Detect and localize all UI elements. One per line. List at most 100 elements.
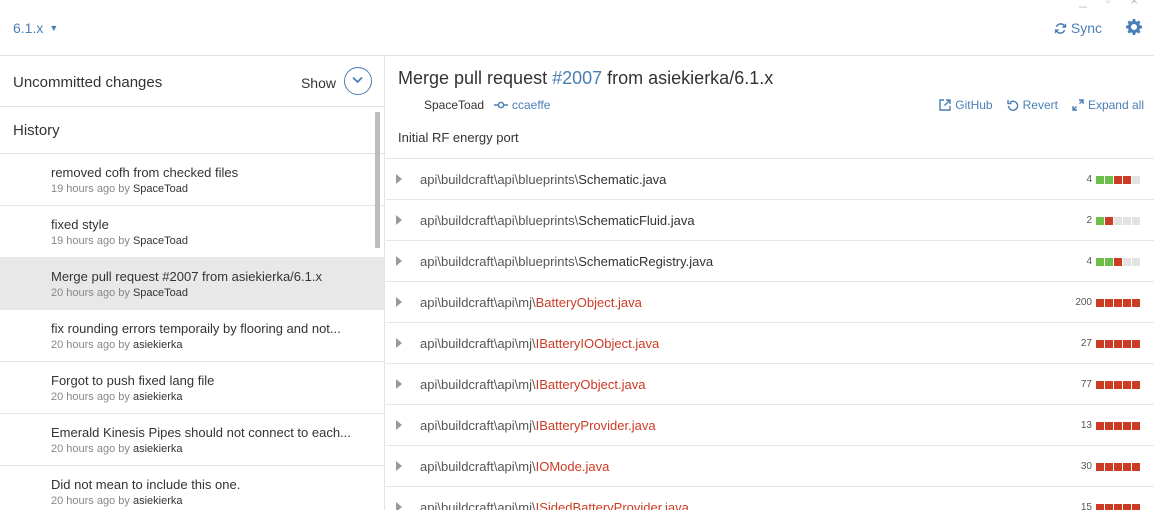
file-dir: api\buildcraft\api\mj\: [420, 377, 536, 392]
sync-button[interactable]: Sync: [1054, 20, 1102, 36]
branch-name: 6.1.x: [13, 20, 44, 36]
change-count: 200: [1075, 297, 1092, 308]
commit-description: Initial RF energy port: [398, 130, 519, 145]
commit-by: by: [118, 495, 130, 507]
deleted-bar: [1132, 422, 1140, 430]
file-row[interactable]: api\buildcraft\api\mj\IBatteryObject.jav…: [386, 364, 1154, 405]
left-panel: Uncommitted changes Show History removed…: [0, 56, 385, 510]
file-dir: api\buildcraft\api\mj\: [420, 418, 536, 433]
file-path: api\buildcraft\api\blueprints\SchematicR…: [420, 254, 713, 269]
commit-author: SpaceToad: [132, 235, 189, 247]
gear-icon[interactable]: [1126, 19, 1142, 35]
chevron-down-icon: [352, 76, 363, 84]
show-label[interactable]: Show: [301, 75, 336, 91]
expand-triangle-icon[interactable]: [396, 174, 402, 184]
pr-link[interactable]: #2007: [552, 68, 602, 88]
expand-triangle-icon[interactable]: [396, 420, 402, 430]
commit-row[interactable]: Did not mean to include this one. 20 hour…: [0, 466, 384, 510]
file-row[interactable]: api\buildcraft\api\mj\BatteryObject.java…: [386, 282, 1154, 323]
file-dir: api\buildcraft\api\blueprints\: [420, 172, 579, 187]
commit-author: asiekierka: [132, 391, 183, 403]
commit-row[interactable]: fix rounding errors temporaily by floori…: [0, 310, 384, 362]
commit-row[interactable]: removed cofh from checked files 19 hours …: [0, 154, 384, 206]
commit-meta: 19 hours ago by SpaceToad: [51, 235, 188, 247]
added-bar: [1096, 217, 1104, 225]
file-row[interactable]: api\buildcraft\api\mj\IOMode.java 30: [386, 446, 1154, 487]
commit-time: 20 hours ago: [51, 495, 116, 507]
diffstat-bars: [1096, 381, 1140, 389]
commit-message: fix rounding errors temporaily by floori…: [51, 321, 341, 336]
deleted-bar: [1096, 299, 1104, 307]
revert-button[interactable]: Revert: [1006, 98, 1058, 112]
file-name: IOMode.java: [535, 459, 610, 474]
added-bar: [1105, 258, 1113, 266]
neutral-bar: [1132, 217, 1140, 225]
commit-by: by: [118, 339, 130, 351]
file-row[interactable]: api\buildcraft\api\mj\IBatteryProvider.j…: [386, 405, 1154, 446]
commit-author: SpaceToad: [424, 98, 485, 112]
expand-triangle-icon[interactable]: [396, 215, 402, 225]
diffstat-bars: [1096, 258, 1140, 266]
commit-row[interactable]: Merge pull request #2007 from asiekierka…: [0, 258, 384, 310]
expand-triangle-icon[interactable]: [396, 338, 402, 348]
file-row[interactable]: api\buildcraft\api\blueprints\SchematicF…: [386, 200, 1154, 241]
show-button[interactable]: [344, 67, 372, 95]
window-controls[interactable]: _ ▫ ×: [1079, 0, 1146, 8]
file-row[interactable]: api\buildcraft\api\mj\ISidedBatteryProvi…: [386, 487, 1154, 510]
neutral-bar: [1114, 217, 1122, 225]
file-name: IBatteryIOObject.java: [535, 336, 660, 351]
file-path: api\buildcraft\api\mj\IBatteryObject.jav…: [420, 377, 645, 392]
caret-down-icon: ▼: [49, 23, 59, 33]
github-button[interactable]: GitHub: [939, 98, 993, 112]
commit-by: by: [118, 235, 130, 247]
commit-list: removed cofh from checked files 19 hours …: [0, 154, 384, 510]
expand-triangle-icon[interactable]: [396, 461, 402, 471]
expand-triangle-icon[interactable]: [396, 297, 402, 307]
commit-by: by: [118, 287, 130, 299]
commit-time: 20 hours ago: [51, 339, 116, 351]
expand-triangle-icon[interactable]: [396, 502, 402, 510]
added-bar: [1096, 258, 1104, 266]
file-path: api\buildcraft\api\blueprints\Schematic.…: [420, 172, 666, 187]
commit-time: 20 hours ago: [51, 391, 116, 403]
deleted-bar: [1132, 504, 1140, 510]
deleted-bar: [1105, 463, 1113, 471]
branch-selector[interactable]: 6.1.x ▼: [13, 20, 58, 36]
diffstat-bars: [1096, 176, 1140, 184]
sync-label: Sync: [1070, 20, 1102, 36]
expand-all-button[interactable]: Expand all: [1072, 98, 1144, 112]
deleted-bar: [1123, 381, 1131, 389]
file-path: api\buildcraft\api\blueprints\SchematicF…: [420, 213, 695, 228]
file-row[interactable]: api\buildcraft\api\mj\IBatteryIOObject.j…: [386, 323, 1154, 364]
commit-author: asiekierka: [132, 339, 183, 351]
commit-row[interactable]: fixed style 19 hours ago by SpaceToad: [0, 206, 384, 258]
commit-row[interactable]: Forgot to push fixed lang file 20 hours a…: [0, 362, 384, 414]
file-row[interactable]: api\buildcraft\api\blueprints\SchematicR…: [386, 241, 1154, 282]
file-dir: api\buildcraft\api\mj\: [420, 295, 536, 310]
change-count: 2: [1086, 215, 1092, 226]
commit-row[interactable]: Emerald Kinesis Pipes should not connect…: [0, 414, 384, 466]
expand-triangle-icon[interactable]: [396, 256, 402, 266]
commit-title-prefix: Merge pull request: [398, 68, 553, 88]
file-path: api\buildcraft\api\mj\ISidedBatteryProvi…: [420, 500, 689, 510]
commit-time: 19 hours ago: [51, 183, 116, 195]
deleted-bar: [1123, 176, 1131, 184]
expand-triangle-icon[interactable]: [396, 379, 402, 389]
commit-sha-link[interactable]: ccaeffe: [494, 98, 550, 112]
history-scrollbar[interactable]: [375, 112, 380, 248]
deleted-bar: [1105, 217, 1113, 225]
file-name: SchematicFluid.java: [578, 213, 695, 228]
commit-by: by: [118, 183, 130, 195]
commit-meta: 20 hours ago by SpaceToad: [51, 287, 188, 299]
deleted-bar: [1114, 463, 1122, 471]
file-name: BatteryObject.java: [535, 295, 642, 310]
revert-label: Revert: [1022, 98, 1058, 112]
commit-title-suffix: from asiekierka/6.1.x: [602, 68, 774, 88]
added-bar: [1105, 176, 1113, 184]
deleted-bar: [1105, 340, 1113, 348]
commit-author: SpaceToad: [132, 183, 189, 195]
commit-sha: ccaeffe: [512, 98, 551, 112]
commit-time: 20 hours ago: [51, 287, 116, 299]
file-row[interactable]: api\buildcraft\api\blueprints\Schematic.…: [386, 159, 1154, 200]
file-dir: api\buildcraft\api\blueprints\: [420, 254, 579, 269]
